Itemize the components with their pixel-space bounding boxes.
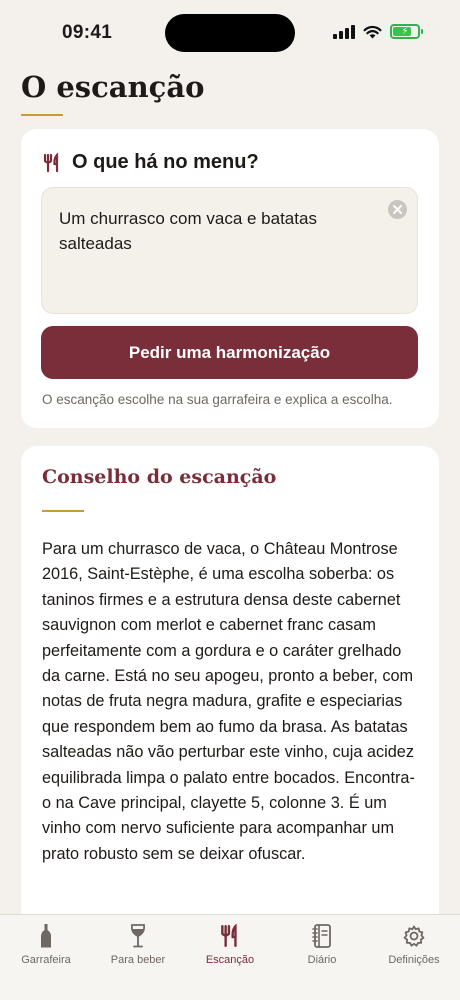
request-pairing-button[interactable]: Pedir uma harmonização <box>41 326 418 379</box>
advice-title-underline <box>42 510 84 512</box>
battery-icon: ⚡ <box>390 24 423 39</box>
menu-card-title: O que há no menu? <box>72 151 259 173</box>
menu-hint: O escanção escolhe na sua garrafeira e e… <box>42 392 393 407</box>
tab-label: Escanção <box>205 954 255 966</box>
tab-para-beber[interactable]: Para beber <box>92 915 184 1000</box>
tab-label: Garrafeira <box>21 954 71 966</box>
gear-icon <box>400 923 428 949</box>
tab-label: Diário <box>307 954 337 966</box>
page-title: O escanção <box>21 70 205 104</box>
title-underline <box>21 114 63 116</box>
tab-label: Definições <box>388 954 440 966</box>
status-time: 09:41 <box>62 22 113 43</box>
advice-text: Para um churrasco de vaca, o Château Mon… <box>42 540 415 863</box>
advice-title: Conselho do escanção <box>42 466 277 488</box>
bottle-icon <box>32 923 60 949</box>
advice-card: Conselho do escanção Para um churrasco d… <box>21 446 439 936</box>
close-icon <box>393 205 402 214</box>
tab-escancao[interactable]: Escanção <box>184 915 276 1000</box>
fork-knife-icon <box>43 152 59 172</box>
tab-label: Para beber <box>110 954 166 966</box>
wifi-icon <box>363 25 382 38</box>
journal-icon <box>308 923 336 949</box>
tab-garrafeira[interactable]: Garrafeira <box>0 915 92 1000</box>
menu-input[interactable]: Um churrasco com vaca e batatas salteada… <box>41 187 418 314</box>
status-bar: 09:41 ⚡ <box>0 0 460 60</box>
tab-definicoes[interactable]: Definições <box>368 915 460 1000</box>
menu-header: O que há no menu? <box>42 151 259 174</box>
tab-diario[interactable]: Diário <box>276 915 368 1000</box>
wine-glass-icon <box>124 923 152 949</box>
clear-input-button[interactable] <box>388 200 407 219</box>
fork-knife-icon <box>216 923 244 949</box>
menu-card: O que há no menu? Um churrasco com vaca … <box>21 129 439 428</box>
dynamic-island <box>165 14 295 52</box>
status-icons: ⚡ <box>333 24 423 39</box>
cellular-signal-icon <box>333 24 355 39</box>
tab-bar: Garrafeira Para beber Escanção Diário De… <box>0 914 460 1000</box>
